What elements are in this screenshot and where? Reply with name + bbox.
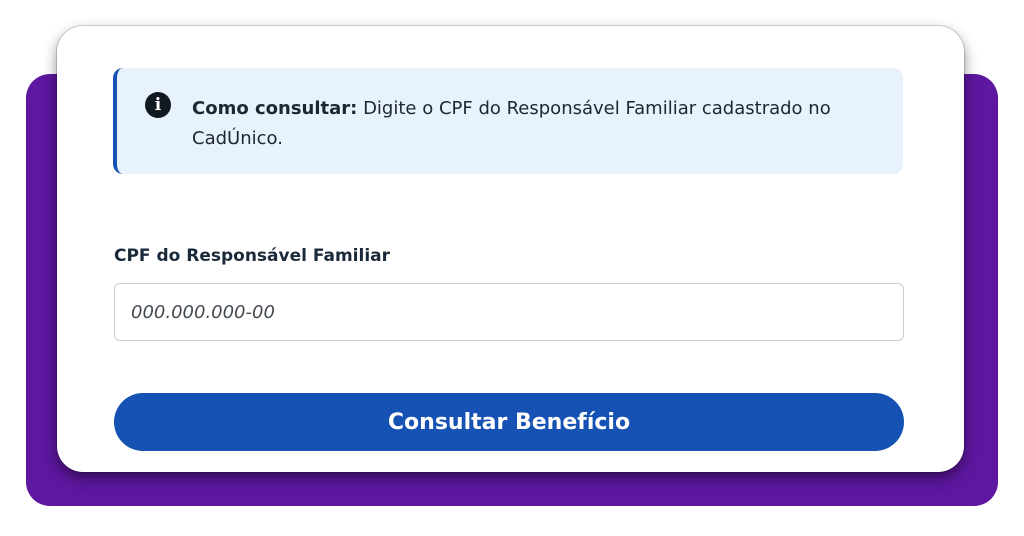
cpf-label: CPF do Responsável Familiar: [114, 246, 391, 266]
info-alert: i Como consultar: Digite o CPF do Respon…: [113, 68, 903, 174]
info-alert-text: Como consultar: Digite o CPF do Responsá…: [192, 94, 872, 154]
cpf-input[interactable]: [114, 283, 904, 341]
consultar-beneficio-button[interactable]: Consultar Benefício: [114, 393, 904, 451]
info-circle-icon: i: [145, 92, 171, 118]
consulta-card: i Como consultar: Digite o CPF do Respon…: [57, 26, 964, 472]
page: i Como consultar: Digite o CPF do Respon…: [0, 0, 1024, 536]
info-alert-title: Como consultar:: [192, 98, 358, 119]
